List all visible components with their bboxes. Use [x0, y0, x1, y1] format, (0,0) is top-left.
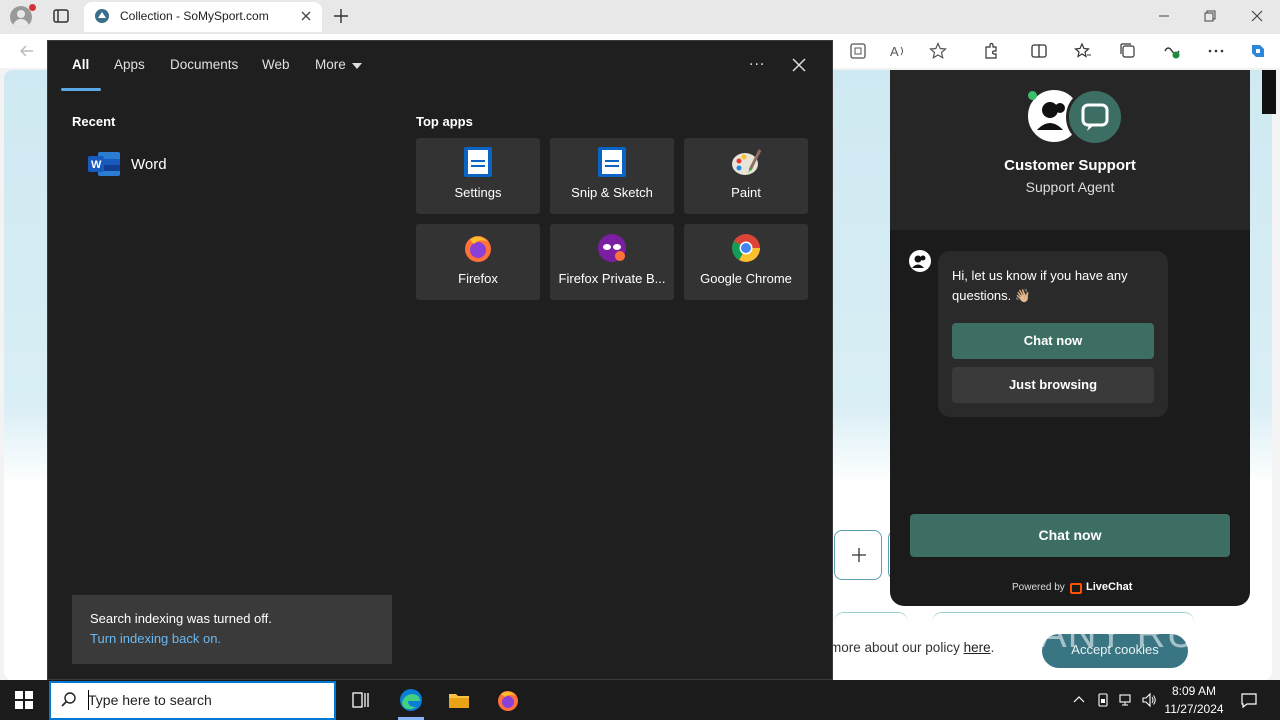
firefox-icon — [465, 236, 491, 262]
plus-icon — [852, 548, 866, 562]
chevron-up-icon[interactable] — [1071, 692, 1087, 708]
app-label-snip-sketch: Snip & Sketch — [571, 185, 653, 200]
livechat-link[interactable]: LiveChat — [1086, 581, 1132, 593]
favorites-icon[interactable] — [1074, 42, 1092, 60]
volume-icon[interactable] — [1141, 692, 1157, 708]
chevron-down-icon — [352, 63, 362, 69]
windows-start-icon[interactable] — [15, 691, 33, 709]
tab-apps[interactable]: Apps — [114, 57, 145, 72]
watermark-text: ANY RUN — [1040, 612, 1227, 656]
firefox-private-icon — [598, 234, 626, 262]
split-screen-icon[interactable] — [1030, 42, 1048, 60]
firefox-taskbar-icon[interactable] — [496, 688, 520, 712]
agent-name: Customer Support — [1004, 157, 1136, 174]
tab-title: Collection - SoMySport.com — [120, 9, 269, 23]
collections-icon[interactable] — [1119, 42, 1137, 60]
search-flyout — [47, 40, 833, 680]
tab-actions-icon[interactable] — [52, 7, 70, 25]
search-icon — [61, 692, 76, 707]
tab-more[interactable]: More — [315, 57, 346, 72]
window-close-icon[interactable] — [1250, 9, 1264, 23]
network-icon[interactable] — [1118, 692, 1134, 708]
recent-heading: Recent — [72, 114, 116, 129]
app-label-paint: Paint — [731, 185, 761, 200]
copilot-icon[interactable] — [1248, 41, 1268, 61]
message-avatar-icon — [909, 250, 931, 272]
device-icon[interactable] — [1095, 692, 1111, 708]
restore-icon[interactable] — [1204, 10, 1216, 22]
back-arrow-icon[interactable] — [18, 42, 36, 60]
edge-icon[interactable] — [399, 688, 423, 712]
browser-essentials-icon[interactable] — [1163, 42, 1181, 60]
tab-all[interactable]: All — [72, 57, 89, 72]
paint-palette-icon — [732, 149, 762, 175]
app-label-firefox: Firefox — [458, 271, 498, 286]
recent-item-word[interactable]: Word — [131, 156, 167, 173]
notification-center-icon[interactable] — [1240, 691, 1258, 709]
new-tab-icon[interactable] — [332, 7, 350, 25]
tab-documents[interactable]: Documents — [170, 57, 238, 72]
more-options-button[interactable]: ··· — [749, 57, 765, 73]
favorite-star-icon[interactable] — [929, 42, 947, 60]
clock-time[interactable]: 8:09 AM — [1160, 684, 1228, 698]
add-button[interactable] — [834, 530, 882, 580]
chat-now-main-button[interactable]: Chat now — [910, 514, 1230, 557]
app-grid-icon[interactable] — [849, 42, 867, 60]
word-icon[interactable]: W — [88, 150, 120, 178]
settings-more-icon[interactable] — [1207, 42, 1225, 60]
svg-text:W: W — [91, 159, 102, 171]
livechat-logo-icon — [1070, 583, 1082, 594]
app-label-settings: Settings — [454, 185, 502, 200]
tab-web[interactable]: Web — [262, 57, 290, 72]
app-label-firefox-private: Firefox Private B... — [558, 271, 666, 286]
top-apps-heading: Top apps — [416, 114, 473, 129]
agent-role: Support Agent — [1025, 179, 1115, 195]
clock-date[interactable]: 11/27/2024 — [1160, 702, 1228, 716]
policy-link[interactable]: here — [964, 640, 991, 655]
file-explorer-icon[interactable] — [447, 688, 471, 712]
chat-bubble-icon — [1066, 88, 1124, 146]
app-label-chrome: Google Chrome — [700, 271, 792, 286]
tab-close-icon[interactable] — [299, 9, 313, 23]
just-browsing-button[interactable]: Just browsing — [952, 367, 1154, 403]
settings-doc-icon — [464, 147, 492, 177]
powered-by-label: Powered by — [1012, 582, 1065, 593]
online-status-dot — [1028, 91, 1037, 100]
greeting-message: Hi, let us know if you have any question… — [952, 268, 1128, 303]
page-outline — [834, 612, 908, 622]
notification-dot — [29, 4, 36, 11]
text-cursor — [88, 690, 89, 710]
indexing-notice-text: Search indexing was turned off. — [90, 611, 272, 626]
read-aloud-icon[interactable]: A — [889, 42, 907, 60]
chrome-icon — [732, 234, 760, 262]
snip-sketch-icon — [598, 147, 626, 177]
svg-text:A: A — [890, 44, 899, 59]
chat-now-button[interactable]: Chat now — [952, 323, 1154, 359]
site-favicon-icon — [95, 9, 109, 23]
extensions-icon[interactable] — [982, 42, 1000, 60]
page-dark-strip — [1262, 70, 1276, 114]
task-view-icon[interactable] — [349, 688, 373, 712]
cookie-policy-text: more about our policy here. — [830, 640, 995, 655]
indexing-notice — [72, 595, 392, 664]
turn-indexing-on-link[interactable]: Turn indexing back on. — [90, 631, 221, 646]
search-input[interactable]: Type here to search — [88, 692, 212, 708]
close-icon[interactable] — [791, 57, 807, 73]
minimize-icon[interactable] — [1158, 10, 1170, 22]
active-tab-indicator — [61, 88, 101, 91]
